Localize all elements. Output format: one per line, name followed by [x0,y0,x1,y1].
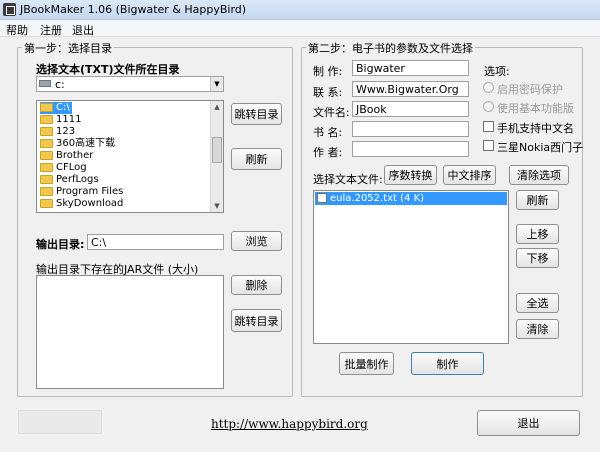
output-dir-label: 输出目录: [36,238,85,251]
sequence-convert-button[interactable]: 序数转换 [384,165,437,185]
writer-input[interactable] [352,141,469,157]
folder-icon [40,198,53,208]
dir-item[interactable]: Program Files [40,186,123,198]
scroll-thumb[interactable] [212,137,222,163]
dir-item-selected[interactable]: C:\ [40,102,72,114]
chinese-name-label: 手机支持中文名 [497,122,574,135]
window-title: JBookMaker 1.06 (Bigwater & HappyBird) [20,3,247,16]
website-link[interactable]: http://www.happybird.org [211,417,368,431]
clear-options-button[interactable]: 清除选项 [509,165,569,185]
folder-icon [40,114,53,124]
select-dir-label: 选择文本(TXT)文件所在目录 [36,63,180,76]
basic-radio[interactable] [483,101,494,112]
folder-icon [40,174,53,184]
scroll-down-icon[interactable]: ▼ [212,201,222,211]
output-dir-input[interactable]: C:\ [87,234,224,250]
refresh-dir-button[interactable]: 刷新 [231,148,282,170]
password-radio[interactable] [483,82,494,93]
nokia-label: 三星Nokia西门子 [497,141,584,154]
nokia-checkbox[interactable] [483,140,494,151]
menu-register[interactable]: 注册 [40,22,62,38]
dir-item[interactable]: Brother [40,150,93,162]
directory-list[interactable]: C:\ 1111 123 360高速下载 Brother CFLog PerfL… [36,100,224,213]
jar-file-list[interactable] [36,275,224,389]
contact-input[interactable]: Www.Bigwater.Org [352,81,469,97]
folder-icon [40,162,53,172]
scroll-up-icon[interactable]: ▲ [212,102,222,112]
dir-item[interactable]: SkyDownload [40,198,123,210]
delete-jar-button[interactable]: 删除 [231,275,282,295]
jump-output-dir-button[interactable]: 跳转目录 [231,309,282,332]
chinese-sort-button[interactable]: 中文排序 [443,165,496,185]
dir-item[interactable]: 1111 [40,114,81,126]
writer-label: 作 者: [313,146,343,159]
folder-icon [40,150,53,160]
move-up-button[interactable]: 上移 [516,224,559,244]
batch-make-button[interactable]: 批量制作 [339,352,394,375]
drive-value: c: [55,78,65,91]
dir-item[interactable]: 360高速下载 [40,138,115,150]
browse-button[interactable]: 浏览 [231,231,282,251]
step1-title: 第一步：选择目录 [22,40,114,56]
menu-bar: 帮助 注册 退出 [0,20,600,37]
folder-open-icon [40,102,53,112]
dir-item[interactable]: 123 [40,126,75,138]
filename-input[interactable]: JBook [352,101,469,117]
file-list[interactable]: eula.2052.txt (4 K) [313,190,509,344]
jump-dir-button[interactable]: 跳转目录 [231,103,282,125]
dir-item[interactable]: CFLog [40,162,87,174]
select-all-button[interactable]: 全选 [516,293,559,313]
refresh-files-button[interactable]: 刷新 [516,190,559,210]
filename-label: 文件名: [313,106,350,119]
footer-blank-panel [18,410,102,434]
exit-button[interactable]: 退出 [477,410,580,436]
file-checkbox[interactable] [317,193,327,203]
drive-icon [39,80,51,87]
select-files-label: 选择文本文件: [313,173,383,186]
title-bar: JBookMaker 1.06 (Bigwater & HappyBird) [0,0,600,20]
password-option-label: 启用密码保护 [497,83,563,96]
clear-list-button[interactable]: 清除 [516,319,559,339]
folder-icon [40,138,53,148]
chinese-name-checkbox[interactable] [483,121,494,132]
author-label: 制 作: [313,65,343,78]
folder-icon [40,186,53,196]
folder-icon [40,126,53,136]
drive-select[interactable]: c: [36,76,224,92]
menu-exit[interactable]: 退出 [72,22,94,38]
make-button[interactable]: 制作 [411,352,484,375]
file-item-label: eula.2052.txt (4 K) [330,193,425,204]
dir-item[interactable]: PerfLogs [40,174,99,186]
options-label: 选项: [484,65,510,78]
file-item-selected[interactable]: eula.2052.txt (4 K) [315,192,507,205]
dir-scrollbar[interactable]: ▲ ▼ [210,101,223,212]
contact-label: 联 系: [313,86,343,99]
app-icon [3,3,16,16]
menu-help[interactable]: 帮助 [6,22,28,38]
bookname-label: 书 名: [313,126,343,139]
dropdown-arrow-icon[interactable]: ▼ [210,77,223,91]
move-down-button[interactable]: 下移 [516,248,559,268]
author-input[interactable]: Bigwater [352,60,469,76]
basic-option-label: 使用基本功能版 [497,102,574,115]
bookname-input[interactable] [352,121,469,137]
step2-title: 第二步：电子书的参数及文件选择 [306,40,475,56]
